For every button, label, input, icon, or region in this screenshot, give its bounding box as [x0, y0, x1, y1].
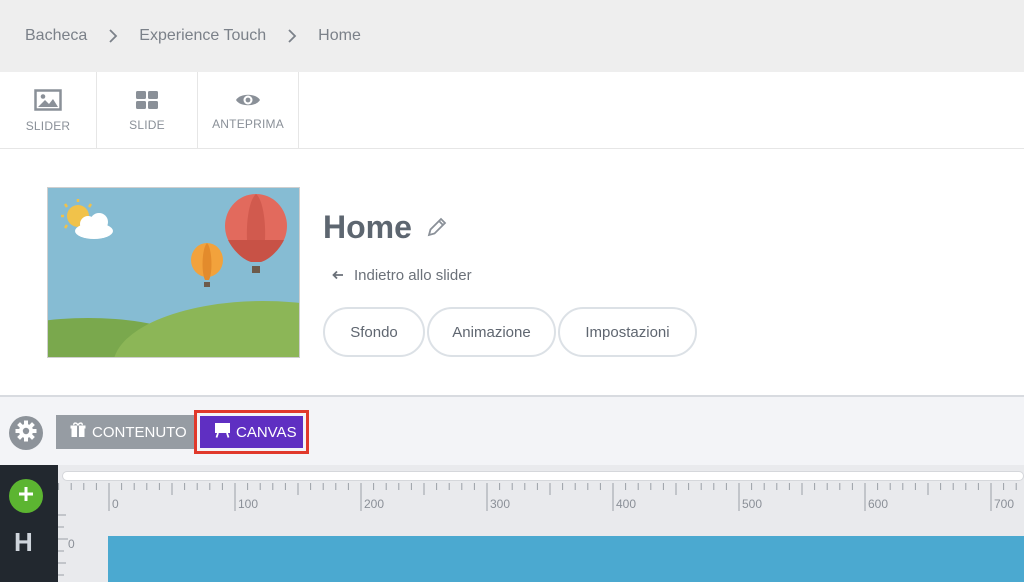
canvas-label: CANVAS — [236, 423, 297, 441]
tool-slide-label: SLIDE — [129, 117, 165, 132]
tool-anteprima-label: ANTEPRIMA — [212, 116, 284, 131]
contenuto-label: CONTENUTO — [92, 423, 187, 441]
ruler-label: 500 — [742, 497, 762, 511]
canvas-editor: H 0 100 200 300 400 500 600 700 0 — [0, 465, 1024, 582]
add-layer-button[interactable] — [9, 479, 43, 513]
canvas-stage[interactable] — [108, 536, 1024, 582]
pencil-icon[interactable] — [426, 216, 448, 238]
image-icon — [34, 88, 62, 111]
gift-icon — [70, 422, 86, 442]
arrow-left-icon — [332, 267, 344, 284]
chevron-right-icon — [87, 29, 139, 43]
breadcrumb-item-home: Home — [318, 27, 361, 44]
animazione-button[interactable]: Animazione — [427, 307, 556, 357]
vertical-ruler-label: 0 — [68, 537, 75, 551]
heading-layer-icon[interactable]: H — [14, 527, 33, 558]
ruler-label: 600 — [868, 497, 888, 511]
layer-rail: H — [0, 465, 58, 582]
ruler-label: 400 — [616, 497, 636, 511]
sfondo-button[interactable]: Sfondo — [323, 307, 425, 357]
tool-slider[interactable]: SLIDER — [0, 72, 97, 149]
ruler-label: 200 — [364, 497, 384, 511]
breadcrumb-item-experience-touch[interactable]: Experience Touch — [139, 27, 266, 45]
chevron-right-icon — [266, 29, 318, 43]
tool-anteprima[interactable]: ANTEPRIMA — [198, 72, 299, 149]
easel-icon — [214, 422, 231, 442]
ruler-label: 100 — [238, 497, 258, 511]
slide-options: Sfondo Animazione Impostazioni — [323, 307, 697, 357]
slide-thumbnail — [47, 187, 300, 358]
impostazioni-button[interactable]: Impostazioni — [558, 307, 697, 357]
horizontal-ruler: 0 100 200 300 400 500 600 700 — [58, 483, 1017, 511]
ruler-label: 0 — [112, 497, 119, 511]
canvas-button-highlight: CANVAS — [194, 410, 309, 454]
tool-slide[interactable]: SLIDE — [97, 72, 198, 149]
eye-icon — [235, 91, 261, 109]
contenuto-button[interactable]: CONTENUTO — [56, 415, 194, 449]
breadcrumb-item-bacheca[interactable]: Bacheca — [25, 27, 87, 45]
ruler-label: 700 — [994, 497, 1014, 511]
toolbar: SLIDER SLIDE ANTEPRIMA — [0, 72, 1024, 149]
canvas-button[interactable]: CANVAS — [200, 416, 303, 448]
back-link-label: Indietro allo slider — [354, 267, 472, 284]
horizontal-scrollbar[interactable] — [62, 471, 1024, 481]
settings-button[interactable] — [9, 416, 43, 450]
back-to-slider-link[interactable]: Indietro allo slider — [332, 267, 472, 284]
vertical-ruler: 0 — [58, 514, 75, 576]
mode-bar: CONTENUTO CANVAS — [0, 395, 1024, 465]
gear-icon — [15, 420, 37, 447]
ruler-label: 300 — [490, 497, 510, 511]
breadcrumb: Bacheca Experience Touch Home — [0, 0, 1024, 72]
plus-icon — [18, 486, 34, 507]
tool-slider-label: SLIDER — [25, 118, 71, 133]
page-title: Home — [323, 209, 412, 245]
grid-icon — [135, 90, 159, 110]
slide-header: Home Indietro allo slider Sfondo Animazi… — [0, 149, 1024, 395]
